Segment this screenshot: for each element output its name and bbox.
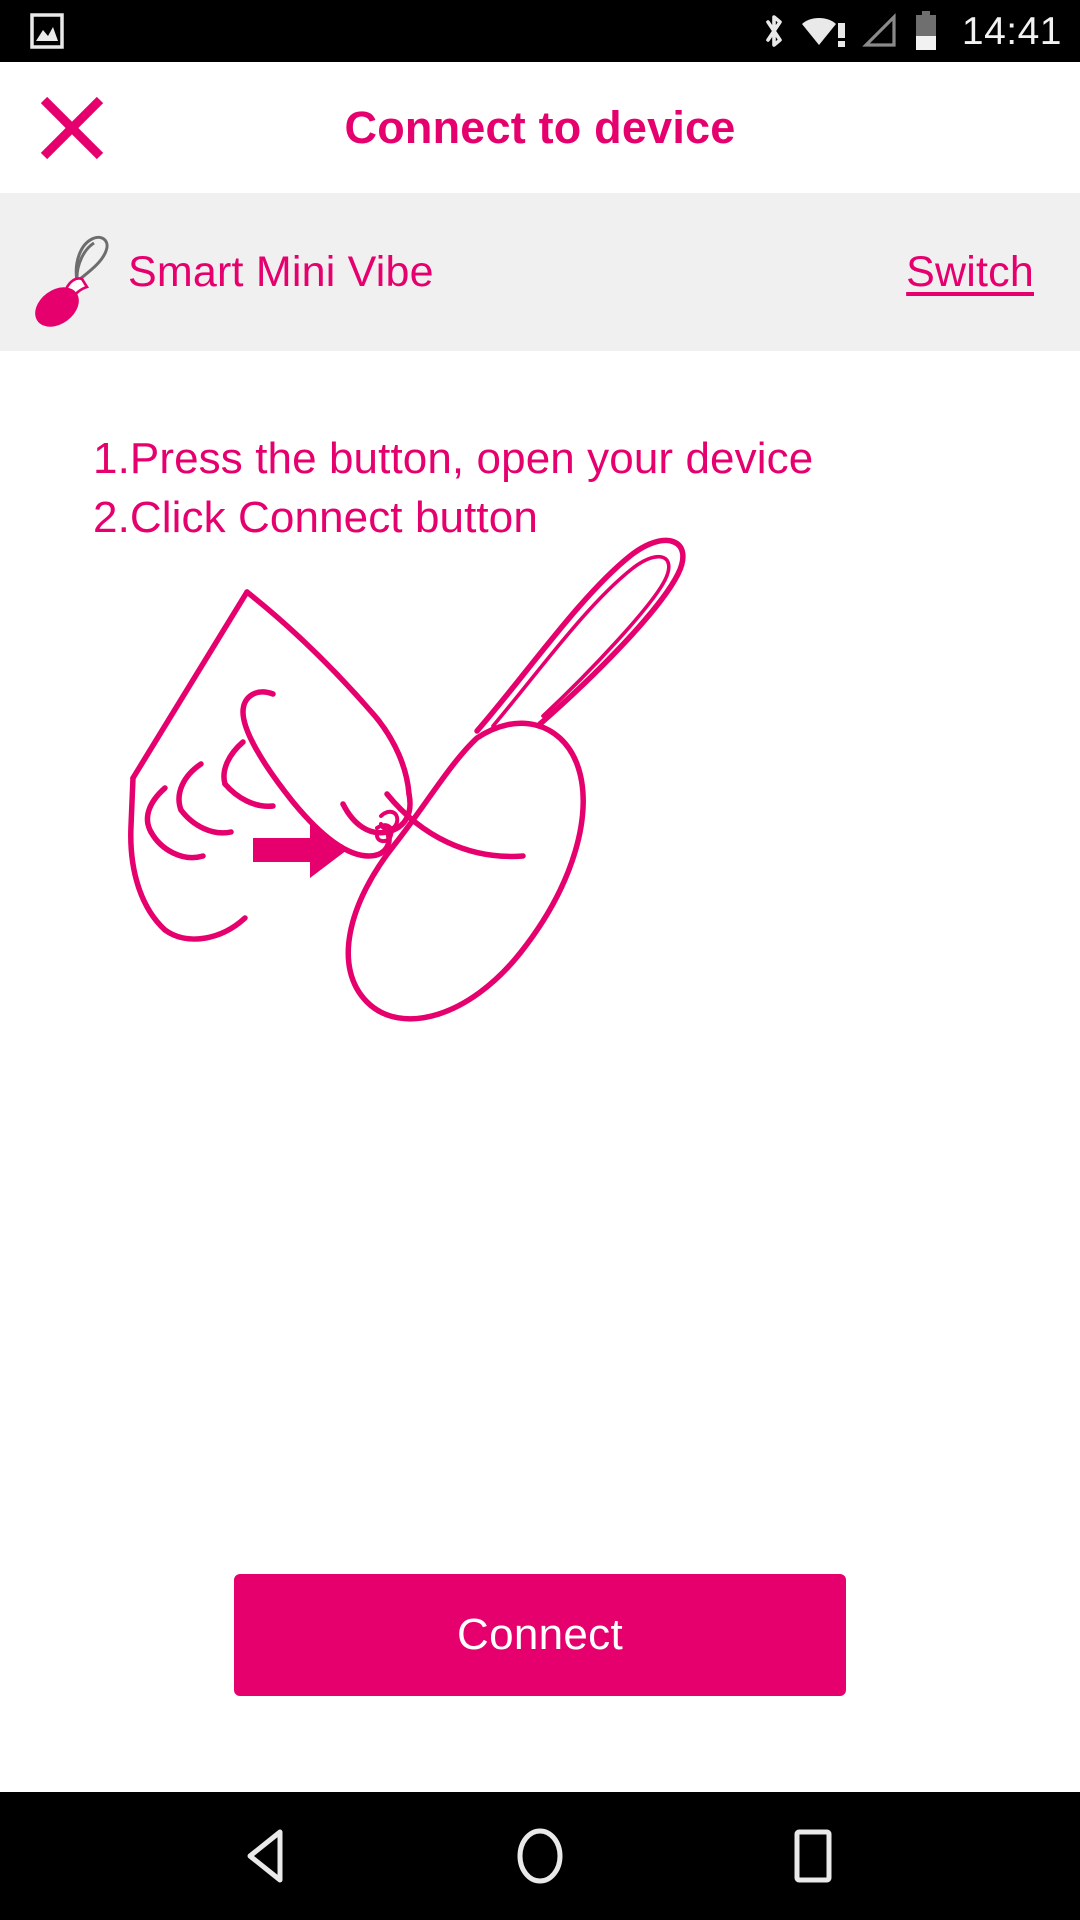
home-circle-icon [517, 1828, 563, 1884]
connect-button-container: Connect [0, 1574, 1080, 1696]
app-header: Connect to device [0, 62, 1080, 193]
battery-icon [915, 11, 936, 50]
nav-home-button[interactable] [485, 1801, 595, 1911]
nav-back-button[interactable] [212, 1801, 322, 1911]
device-name: Smart Mini Vibe [128, 247, 434, 296]
vibe-device-icon [35, 235, 109, 327]
bluetooth-icon [766, 15, 782, 47]
app-screen: 14:41 Connect to device Smart Mini Vibe … [0, 0, 1080, 1920]
status-bar-notifications [30, 13, 64, 49]
status-bar: 14:41 [0, 0, 1080, 62]
close-icon [40, 96, 104, 159]
close-button[interactable] [30, 86, 114, 170]
hand-pressing-device-illustration [128, 537, 686, 1022]
status-bar-clock: 14:41 [961, 9, 1062, 53]
recents-square-icon [794, 1829, 832, 1883]
back-triangle-icon [247, 1829, 283, 1883]
status-bar-system-icons: 14:41 [761, 10, 1062, 52]
image-icon [30, 13, 64, 49]
press-direction-arrow [253, 822, 347, 878]
page-title: Connect to device [344, 101, 736, 153]
cellular-signal-icon [862, 13, 896, 47]
switch-device-link[interactable]: Switch [906, 248, 1034, 297]
nav-recents-button[interactable] [758, 1801, 868, 1911]
connect-button[interactable]: Connect [234, 1574, 846, 1696]
main-content: 1.Press the button, open your device 2.C… [0, 351, 1080, 1792]
android-navigation-bar [0, 1792, 1080, 1920]
selected-device-row[interactable]: Smart Mini Vibe Switch [0, 193, 1080, 351]
instruction-line-1: 1.Press the button, open your device [93, 434, 814, 483]
wifi-warning-icon [801, 18, 845, 47]
